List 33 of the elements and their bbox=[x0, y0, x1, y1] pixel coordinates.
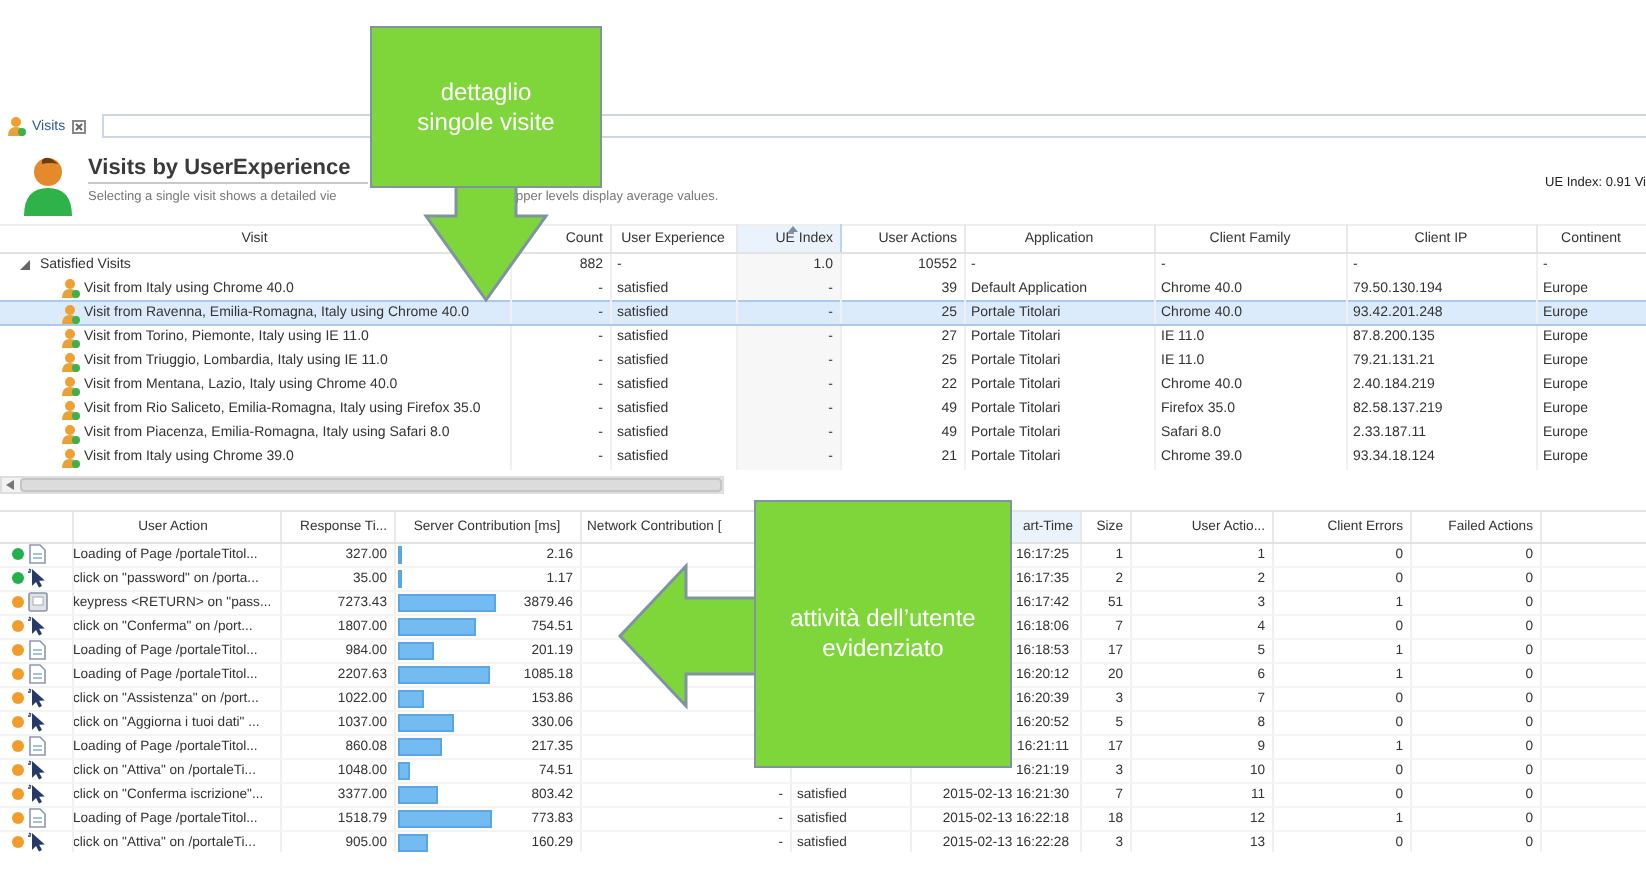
horizontal-scrollbar[interactable] bbox=[0, 476, 724, 494]
cursor-icon bbox=[28, 688, 48, 708]
cursor-icon bbox=[28, 616, 48, 636]
expanded-icon[interactable] bbox=[20, 260, 30, 271]
user-icon bbox=[20, 156, 76, 216]
person-icon bbox=[60, 278, 80, 299]
person-icon bbox=[60, 351, 80, 371]
person-icon bbox=[60, 327, 80, 348]
callout-note: attività dell’utente evidenziato bbox=[754, 500, 1012, 768]
left-arrow-icon bbox=[6, 480, 14, 490]
person-icon bbox=[6, 116, 26, 136]
caret-icon bbox=[788, 226, 798, 232]
page-icon bbox=[28, 808, 48, 828]
page-icon bbox=[28, 640, 48, 660]
page-icon bbox=[28, 544, 48, 564]
cursor-icon bbox=[28, 832, 48, 852]
callout-arrow bbox=[422, 184, 550, 304]
page-icon bbox=[28, 664, 48, 684]
cursor-icon bbox=[28, 760, 48, 780]
person-icon bbox=[60, 375, 80, 395]
person-icon bbox=[60, 303, 80, 323]
person-icon bbox=[60, 423, 80, 443]
scrollbar-thumb[interactable] bbox=[20, 478, 722, 492]
person-icon bbox=[60, 399, 80, 419]
close-icon bbox=[71, 119, 86, 133]
person-icon bbox=[60, 447, 80, 467]
key-icon bbox=[28, 592, 48, 612]
cursor-icon bbox=[28, 568, 48, 588]
page-title: Visits by UserExperience bbox=[88, 156, 351, 180]
page-icon bbox=[28, 736, 48, 756]
callout-note: dettaglio singole visite bbox=[370, 26, 602, 188]
cursor-icon bbox=[28, 784, 48, 804]
cursor-icon bbox=[28, 712, 48, 732]
